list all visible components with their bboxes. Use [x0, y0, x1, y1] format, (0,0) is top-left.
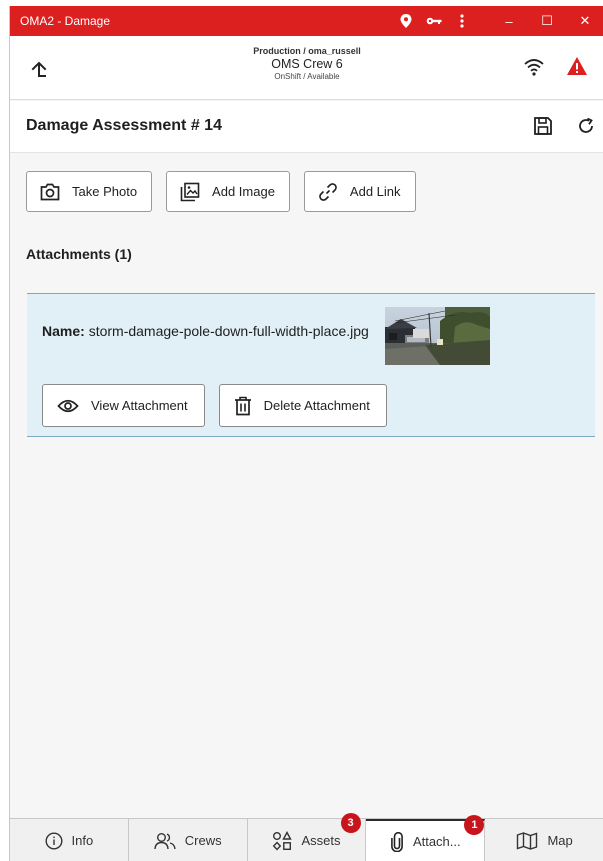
assets-count-badge: 3	[340, 813, 361, 833]
tab-assets-label: Assets	[301, 833, 341, 848]
page-title: Damage Assessment # 14	[26, 117, 222, 134]
tab-attachments-label: Attach...	[412, 834, 461, 849]
page-title-bar: Damage Assessment # 14	[10, 101, 603, 153]
minimize-button[interactable]: –	[490, 6, 528, 36]
tab-map-label: Map	[547, 833, 573, 848]
refresh-icon[interactable]	[576, 116, 596, 141]
tab-info-label: Info	[71, 833, 94, 848]
crew-name: OMS Crew 6	[271, 57, 343, 71]
tab-crews[interactable]: Crews	[129, 819, 248, 861]
kebab-menu-icon[interactable]	[448, 6, 476, 36]
warning-icon[interactable]	[566, 56, 588, 81]
wifi-icon[interactable]	[523, 57, 545, 82]
title-bar: OMA2 - Damage – ☐ ✕	[10, 6, 603, 36]
image-icon	[180, 182, 200, 201]
add-link-button[interactable]: Add Link	[303, 171, 416, 212]
add-image-label: Add Image	[212, 184, 275, 199]
add-image-button[interactable]: Add Image	[166, 171, 290, 212]
paperclip-icon	[391, 831, 403, 852]
attachment-name-label: Name:	[42, 323, 85, 339]
attachment-thumbnail[interactable]	[385, 307, 490, 365]
shapes-icon	[273, 830, 293, 851]
delete-attachment-label: Delete Attachment	[263, 398, 370, 413]
take-photo-button[interactable]: Take Photo	[26, 171, 153, 212]
attachment-card[interactable]: Name: storm-damage-pole-down-full-width-…	[27, 293, 595, 437]
attachment-actions: Take Photo Add Image Add Link	[26, 171, 416, 212]
take-photo-label: Take Photo	[72, 184, 138, 199]
attachments-count-badge: 1	[464, 815, 485, 835]
map-icon	[517, 831, 538, 850]
add-link-label: Add Link	[349, 184, 401, 199]
bottom-navigation: Info Crews Assets 3 Attach... 1 Map	[10, 813, 603, 861]
crew-info: Production / oma_russell OMS Crew 6 OnSh…	[10, 46, 603, 81]
key-icon[interactable]	[420, 6, 448, 36]
attachment-name: Name: storm-damage-pole-down-full-width-…	[42, 321, 372, 341]
attachment-card-actions: View Attachment Delete Attachment	[42, 384, 387, 427]
attachment-file-name: storm-damage-pole-down-full-width-place.…	[88, 323, 369, 339]
tab-crews-label: Crews	[184, 833, 222, 848]
view-attachment-button[interactable]: View Attachment	[42, 384, 205, 427]
tab-info[interactable]: Info	[10, 819, 129, 861]
close-button[interactable]: ✕	[566, 6, 603, 36]
people-icon	[154, 832, 176, 849]
view-attachment-label: View Attachment	[91, 398, 188, 413]
tab-attachments[interactable]: Attach... 1	[366, 815, 486, 861]
info-icon	[45, 831, 63, 850]
eye-icon	[57, 399, 79, 412]
crew-status: OnShift / Available	[274, 72, 340, 81]
camera-icon	[40, 183, 60, 200]
attachments-heading: Attachments (1)	[26, 246, 132, 262]
save-icon[interactable]	[532, 115, 554, 142]
delete-attachment-button[interactable]: Delete Attachment	[218, 384, 387, 427]
location-icon[interactable]	[392, 6, 420, 36]
app-window: OMA2 - Damage – ☐ ✕ Production / oma_rus…	[9, 6, 603, 861]
window-title: OMA2 - Damage	[20, 14, 111, 28]
app-header: Production / oma_russell OMS Crew 6 OnSh…	[10, 36, 603, 100]
environment-label: Production / oma_russell	[253, 46, 361, 56]
tab-map[interactable]: Map	[485, 819, 603, 861]
maximize-button[interactable]: ☐	[528, 6, 566, 36]
trash-icon	[234, 396, 251, 415]
link-icon	[319, 182, 337, 201]
tab-assets[interactable]: Assets 3	[248, 813, 367, 861]
